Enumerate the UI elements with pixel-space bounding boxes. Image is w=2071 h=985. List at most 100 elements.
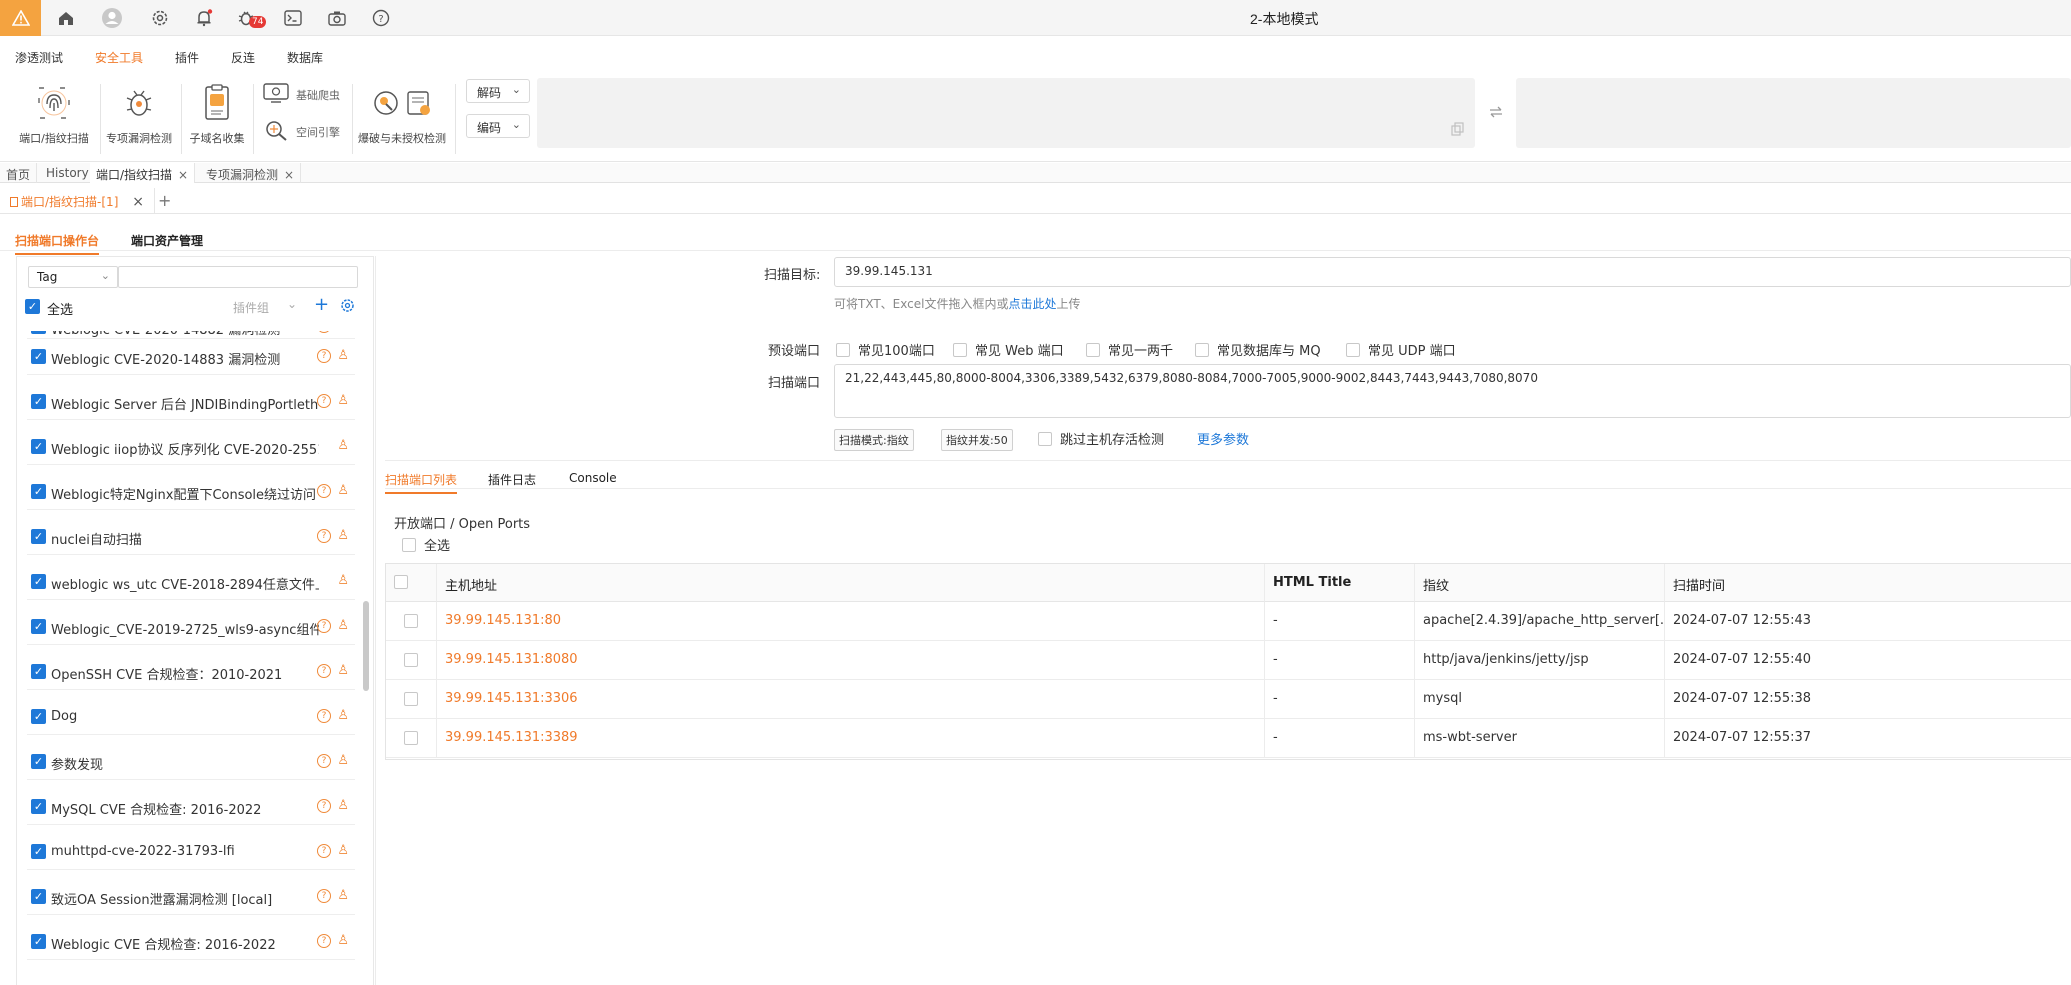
vuln-detect-tool[interactable]: 专项漏洞检测 — [97, 82, 181, 146]
help-icon[interactable]: ? — [317, 619, 331, 633]
column-header-fingerprint[interactable]: 指纹 — [1414, 564, 1664, 602]
table-row[interactable]: 39.99.145.131:8080- http/java/jenkins/jet… — [386, 641, 2071, 680]
menu-item-database[interactable]: 数据库 — [287, 49, 323, 66]
plugin-item[interactable]: ✓ Weblogic特定Nginx配置下Console绕过访问? ♙ — [27, 474, 355, 510]
terminal-icon[interactable] — [281, 6, 305, 30]
bell-icon[interactable] — [192, 6, 216, 30]
tab-port-list[interactable]: 扫描端口列表 — [385, 471, 458, 494]
ports-input[interactable]: 21,22,443,445,80,8000-8004,3306,3389,543… — [834, 364, 2071, 418]
plugin-checkbox[interactable]: ✓ — [31, 619, 46, 634]
warning-icon[interactable] — [0, 0, 41, 36]
row-checkbox[interactable] — [404, 692, 418, 706]
scan-mode-button[interactable]: 扫描模式:指纹 — [834, 429, 914, 451]
user-icon[interactable]: ♙ — [337, 663, 349, 678]
plugin-search-input[interactable] — [118, 266, 358, 288]
copy-icon[interactable] — [1451, 122, 1465, 140]
skip-alive-option[interactable]: 跳过主机存活检测 — [1038, 429, 1164, 448]
port-scan-tool[interactable]: 端口/指纹扫描 — [12, 82, 96, 146]
help-icon[interactable]: ? — [317, 934, 331, 948]
column-header-time[interactable]: 扫描时间 — [1664, 564, 2071, 602]
menu-item-pentest[interactable]: 渗透测试 — [15, 49, 63, 66]
close-icon[interactable]: × — [284, 168, 294, 182]
concurrency-button[interactable]: 指纹并发:50 — [941, 429, 1013, 451]
plugin-item[interactable]: ✓ Dog? ♙ — [27, 699, 355, 735]
user-icon[interactable]: ♙ — [337, 348, 349, 363]
help-icon[interactable]: ? — [369, 6, 393, 30]
plugin-checkbox[interactable]: ✓ — [31, 799, 46, 814]
subtab-scan-console[interactable]: 扫描端口操作台 — [15, 232, 100, 255]
row-checkbox[interactable] — [404, 614, 418, 628]
plugin-item[interactable]: ✓ 参数发现? ♙ — [27, 744, 355, 780]
add-tab-button[interactable]: + — [158, 191, 171, 210]
plugin-item[interactable]: ✓ Weblogic Server 后台 JNDIBindingPortletha… — [27, 384, 355, 420]
user-icon[interactable]: ♙ — [337, 393, 349, 408]
cell-host[interactable]: 39.99.145.131:3306 — [436, 680, 1264, 719]
user-icon[interactable]: ♙ — [337, 843, 349, 858]
plugin-item[interactable]: ✓ MySQL CVE 合规检查: 2016-2022? ♙ — [27, 789, 355, 825]
target-input[interactable]: 39.99.145.131 — [834, 257, 2071, 287]
encode-output-area[interactable] — [1516, 78, 2071, 148]
swap-icon[interactable] — [1488, 104, 1504, 124]
user-icon[interactable]: ♙ — [337, 753, 349, 768]
subdomain-tool[interactable]: 子域名收集 — [175, 82, 259, 146]
plugin-item[interactable]: ✓ Weblogic iiop协议 反序列化 CVE-2020-2551 ♙ — [27, 429, 355, 465]
camera-icon[interactable] — [325, 6, 349, 30]
user-icon[interactable]: ♙ — [337, 708, 349, 723]
tag-select[interactable]: Tag ⌄ — [28, 266, 118, 288]
help-icon[interactable]: ? — [317, 709, 331, 723]
plugin-checkbox[interactable]: ✓ — [31, 529, 46, 544]
results-select-all-checkbox[interactable] — [402, 537, 416, 552]
preset-web[interactable]: 常见 Web 端口 — [953, 340, 1064, 359]
user-icon[interactable]: ♙ — [337, 933, 349, 948]
row-checkbox[interactable] — [404, 653, 418, 667]
results-select-all[interactable]: 全选 — [402, 535, 450, 554]
preset-checkbox[interactable] — [1086, 342, 1100, 357]
preset-1k-2k[interactable]: 常见一两千 — [1086, 340, 1173, 359]
plugin-item[interactable]: ✓ OpenSSH CVE 合规检查：2010-2021? ♙ — [27, 654, 355, 690]
tab-history[interactable]: History — [40, 163, 96, 183]
user-icon[interactable]: ♙ — [337, 618, 349, 633]
help-icon[interactable]: ? — [317, 664, 331, 678]
cell-host[interactable]: 39.99.145.131:3389 — [436, 719, 1264, 758]
plugin-item[interactable]: ✓ muhttpd-cve-2022-31793-lfi? ♙ — [27, 834, 355, 870]
preset-top100[interactable]: 常见100端口 — [836, 340, 935, 359]
help-icon[interactable]: ? — [317, 889, 331, 903]
encode-input-area[interactable] — [537, 78, 1475, 148]
help-icon[interactable]: ? — [317, 529, 331, 543]
close-icon[interactable]: × — [132, 194, 144, 210]
cell-host[interactable]: 39.99.145.131:8080 — [436, 641, 1264, 680]
home-icon[interactable] — [54, 6, 78, 30]
decode-select[interactable]: 解码 ⌄ — [466, 79, 530, 103]
plugin-checkbox[interactable]: ✓ — [31, 349, 46, 364]
space-engine-tool[interactable]: 空间引擎 — [262, 118, 340, 145]
row-checkbox[interactable] — [404, 731, 418, 745]
close-icon[interactable]: × — [178, 168, 188, 182]
tab-console[interactable]: Console — [569, 471, 617, 485]
user-icon[interactable]: ♙ — [337, 483, 349, 498]
plugin-item[interactable]: ✓ Weblogic CVE-2020-14883 漏洞检测? ♙ — [27, 339, 355, 375]
preset-checkbox[interactable] — [1195, 342, 1209, 357]
crawler-tool[interactable]: 基础爬虫 — [262, 82, 340, 107]
tab-scan-session[interactable]: 端口/指纹扫描-[1] × — [0, 188, 155, 214]
preset-db-mq[interactable]: 常见数据库与 MQ — [1195, 340, 1321, 359]
help-icon[interactable]: ? — [317, 799, 331, 813]
help-icon[interactable]: ? — [317, 484, 331, 498]
brute-force-tool[interactable]: 爆破与未授权检测 — [356, 82, 448, 146]
column-header-title[interactable]: HTML Title — [1264, 564, 1414, 602]
plugin-checkbox[interactable]: ✓ — [31, 889, 46, 904]
column-header-host[interactable]: 主机地址 — [436, 564, 1264, 602]
user-icon[interactable]: ♙ — [337, 798, 349, 813]
header-checkbox[interactable] — [394, 575, 408, 589]
plugin-item[interactable]: ✓ nuclei自动扫描? ♙ — [27, 519, 355, 555]
tab-vuln-detect[interactable]: 专项漏洞检测 × — [200, 163, 302, 183]
cell-host[interactable]: 39.99.145.131:80 — [436, 602, 1264, 641]
plugin-checkbox[interactable]: ✓ — [31, 934, 46, 949]
menu-item-reverse[interactable]: 反连 — [231, 49, 255, 66]
plugin-list-scrollbar[interactable] — [363, 601, 369, 691]
upload-link[interactable]: 点击此处 — [1008, 297, 1056, 311]
menu-item-security-tools[interactable]: 安全工具 — [95, 49, 143, 66]
plugin-item[interactable]: ✓ Weblogic CVE 合规检查: 2016-2022? ♙ — [27, 924, 355, 960]
plugin-checkbox[interactable]: ✓ — [31, 439, 46, 454]
table-row[interactable]: 39.99.145.131:3306- mysql 2024-07-07 12:55… — [386, 680, 2071, 719]
help-icon[interactable]: ? — [317, 349, 331, 363]
